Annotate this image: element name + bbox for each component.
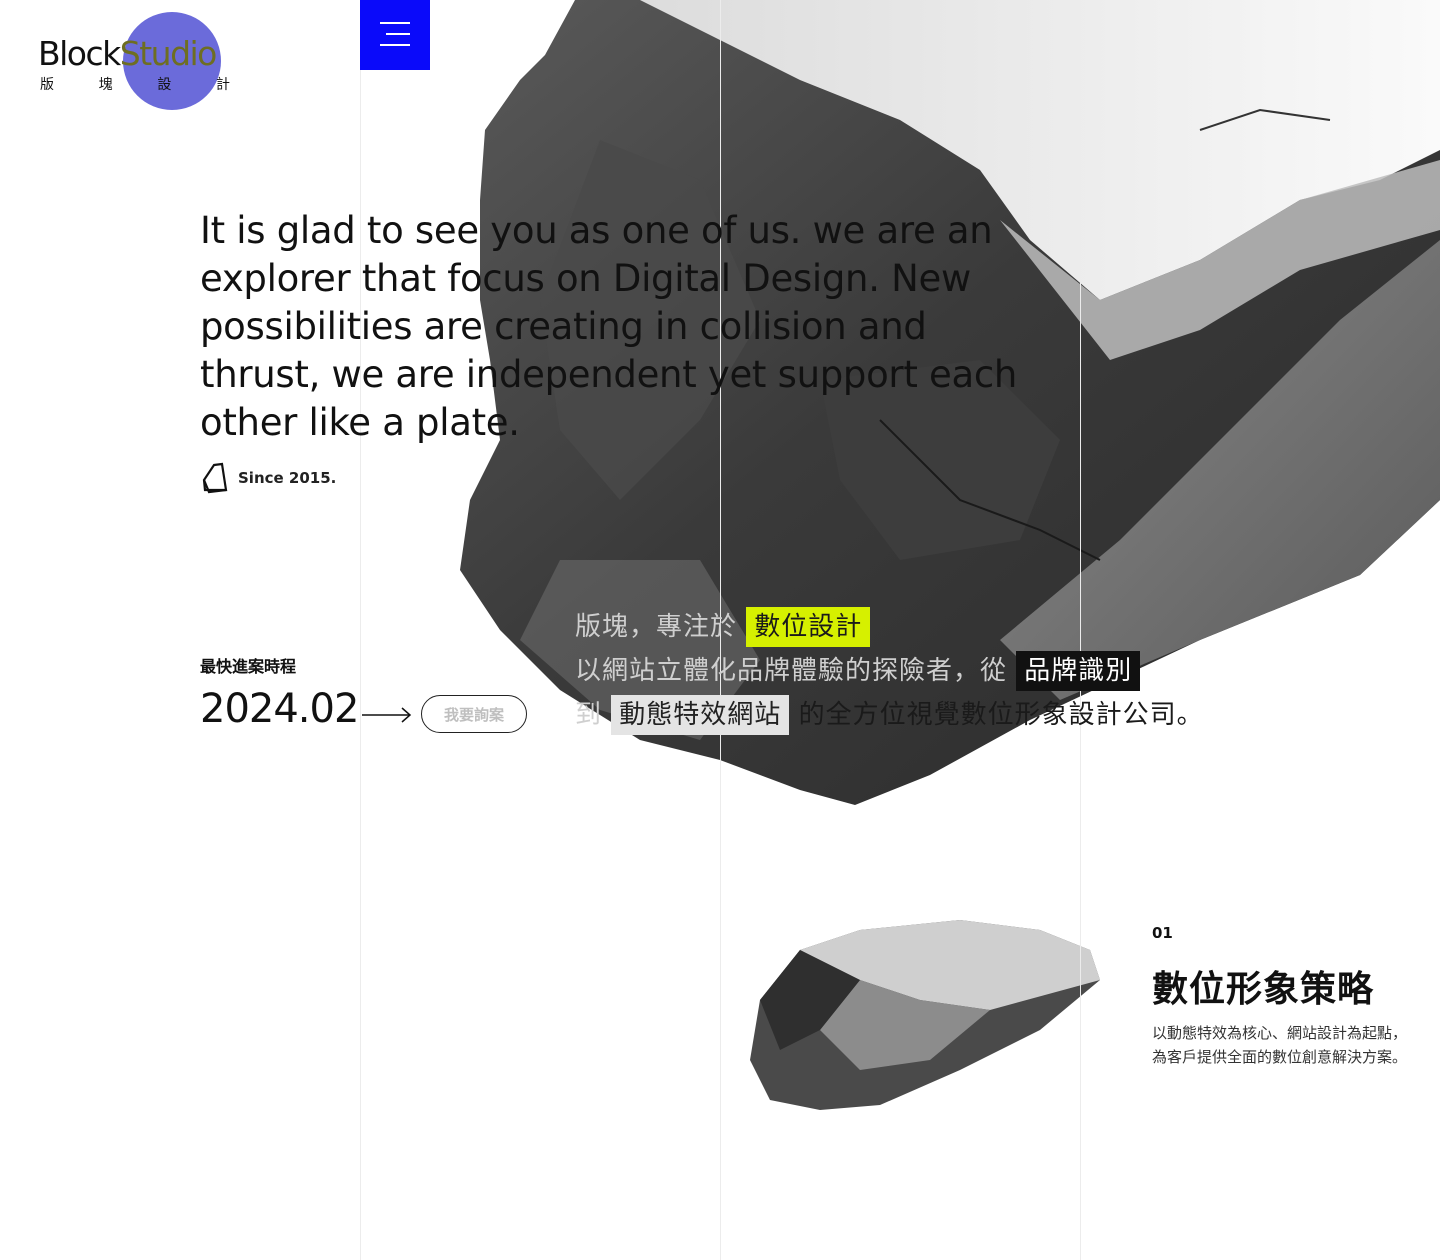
logo-chinese: 版塊設計 [40,77,230,93]
service-number: 01 [1152,924,1173,942]
highlight-tag-digital-design: 數位設計 [746,607,871,647]
intro-text: 的全方位視覺數位形象設計公司。 [798,700,1204,730]
intro-text: 以網站立體化品牌體驗的探險者，從 [575,656,1008,686]
menu-button[interactable] [360,0,430,70]
since-row: Since 2015. [200,462,336,494]
block-outline-icon [202,462,228,494]
service-description: 以動態特效為核心、網站設計為起點，為客戶提供全面的數位創意解決方案。 [1152,1024,1408,1066]
intro-line: 版塊，專注於 數位設計 [575,605,1204,649]
headline-line: other like a plate. [200,401,520,444]
hamburger-line [386,33,410,35]
schedule-label: 最快進案時程 [200,657,297,676]
headline-line: It is glad to see you as one of us. we a… [200,209,993,252]
service-rock-image [750,920,1100,1110]
since-text: Since 2015. [238,469,337,487]
hamburger-line [380,44,410,46]
hero-headline: It is glad to see you as one of us. we a… [200,207,1080,447]
inquire-button[interactable]: 我要詢案 [421,695,527,733]
brand-logo[interactable]: BlockStudio 版塊設計 [38,12,238,114]
headline-line: thrust, we are independent yet support e… [200,353,1018,396]
grid-line [360,0,361,1260]
highlight-tag-motion-website: 動態特效網站 [611,695,790,735]
intro-text: 版塊，專注於 [575,612,738,642]
intro-line: 到 動態特效網站 的全方位視覺數位形象設計公司。 [575,693,1204,737]
long-arrow-right-icon [362,707,412,723]
hamburger-menu-icon [380,22,410,24]
headline-line: explorer that focus on Digital Design. N… [200,257,971,300]
headline-line: possibilities are creating in collision … [200,305,927,348]
schedule-date: 2024.02 [200,686,359,732]
highlight-tag-brand-identity: 品牌識別 [1016,651,1141,691]
intro-line: 以網站立體化品牌體驗的探險者，從 品牌識別 [575,649,1204,693]
service-title: 數位形象策略 [1152,969,1375,1010]
intro-text: 到 [575,700,603,730]
intro-statement: 版塊，專注於 數位設計 以網站立體化品牌體驗的探險者，從 品牌識別 到 動態特效… [575,605,1204,737]
logo-wordmark: BlockStudio [38,34,217,73]
